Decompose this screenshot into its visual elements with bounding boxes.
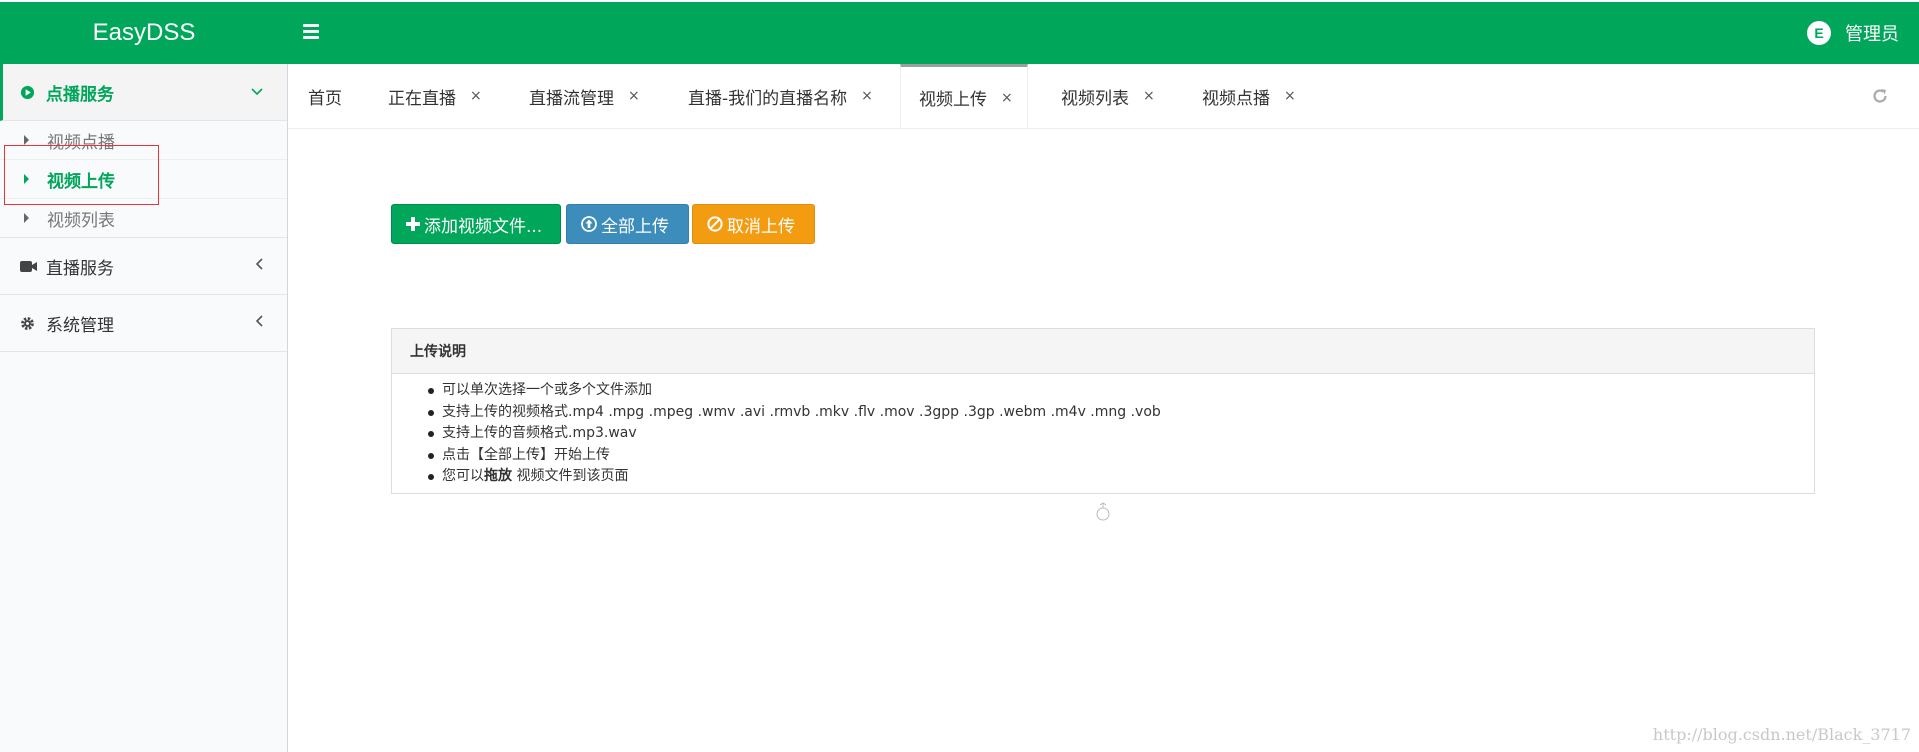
user-menu[interactable]: E 管理员 (1807, 2, 1899, 64)
hamburger-menu-icon[interactable] (303, 21, 323, 41)
drag-text-prefix: 您可以 (442, 468, 484, 484)
tab-stream-management[interactable]: 直播流管理 × (529, 64, 640, 128)
sidebar-group-label: 点播服务 (46, 84, 114, 105)
list-item: 支持上传的音频格式.mp3.wav (428, 423, 1814, 445)
upload-all-button[interactable]: 全部上传 (566, 204, 689, 244)
caret-right-icon (24, 135, 29, 145)
avatar: E (1807, 21, 1831, 45)
loading-spinner-icon (1096, 501, 1110, 521)
upload-circle-icon (581, 216, 597, 232)
list-item: 点击【全部上传】开始上传 (428, 445, 1814, 467)
tab-label: 视频上传 (919, 90, 987, 110)
close-icon[interactable]: × (861, 88, 873, 104)
cancel-upload-button[interactable]: 取消上传 (692, 204, 815, 244)
tab-label: 直播-我们的直播名称 (688, 88, 848, 109)
instructions-list: 可以单次选择一个或多个文件添加 支持上传的视频格式.mp4 .mpg .mpeg… (428, 380, 1814, 488)
tab-label: 视频列表 (1061, 88, 1129, 109)
tab-bar: 首页 正在直播 × 直播流管理 × 直播-我们的直播名称 × 视频上传 × 视频… (288, 64, 1919, 129)
panel-title: 上传说明 (392, 329, 1814, 374)
panel-body: 可以单次选择一个或多个文件添加 支持上传的视频格式.mp4 .mpg .mpeg… (392, 374, 1814, 488)
list-item: 支持上传的视频格式.mp4 .mpg .mpeg .wmv .avi .rmvb… (428, 402, 1814, 424)
plus-icon (406, 217, 420, 231)
upload-instructions-panel: 上传说明 可以单次选择一个或多个文件添加 支持上传的视频格式.mp4 .mpg … (391, 328, 1815, 494)
list-item: 可以单次选择一个或多个文件添加 (428, 380, 1814, 402)
tab-live-channel[interactable]: 直播-我们的直播名称 × (688, 64, 873, 128)
close-icon[interactable]: × (1001, 90, 1013, 106)
close-icon[interactable]: × (628, 88, 640, 104)
app-logo[interactable]: EasyDSS (0, 2, 288, 64)
close-icon[interactable]: × (1284, 88, 1296, 104)
sidebar-item-label: 视频列表 (47, 210, 115, 231)
refresh-icon[interactable] (1871, 86, 1889, 110)
close-icon[interactable]: × (1143, 88, 1155, 104)
chevron-left-icon (255, 258, 263, 274)
caret-right-icon (24, 213, 29, 223)
button-label: 取消上传 (727, 216, 795, 237)
tab-label: 视频点播 (1202, 88, 1270, 109)
play-circle-icon (20, 85, 40, 100)
sidebar-group-label: 直播服务 (46, 258, 114, 279)
button-label: 全部上传 (601, 216, 669, 237)
gear-icon (20, 316, 40, 331)
button-label: 添加视频文件... (424, 216, 543, 237)
tab-video-list[interactable]: 视频列表 × (1061, 64, 1155, 128)
tab-label: 首页 (308, 88, 342, 109)
chevron-down-icon (251, 84, 263, 100)
chevron-left-icon (255, 315, 263, 331)
video-camera-icon (20, 260, 40, 273)
ban-icon (707, 216, 723, 232)
tab-label: 正在直播 (388, 88, 456, 109)
tab-home[interactable]: 首页 (308, 64, 342, 128)
watermark: http://blog.csdn.net/Black_3717 (1652, 725, 1911, 744)
sidebar-group-system[interactable]: 系统管理 (0, 295, 287, 352)
drag-text-suffix: 视频文件到该页面 (512, 468, 629, 484)
close-icon[interactable]: × (470, 88, 482, 104)
add-video-button[interactable]: 添加视频文件... (391, 204, 561, 244)
top-navbar: EasyDSS E 管理员 (0, 2, 1919, 64)
drag-text-bold: 拖放 (484, 468, 512, 484)
tab-video-vod[interactable]: 视频点播 × (1202, 64, 1296, 128)
tab-video-upload[interactable]: 视频上传 × (900, 64, 1028, 128)
tab-live-now[interactable]: 正在直播 × (388, 64, 482, 128)
sidebar-group-label: 系统管理 (46, 315, 114, 336)
tab-label: 直播流管理 (529, 88, 614, 109)
list-item: 您可以拖放 视频文件到该页面 (428, 466, 1814, 488)
sidebar-group-live[interactable]: 直播服务 (0, 238, 287, 295)
sidebar-group-vod[interactable]: 点播服务 (0, 64, 287, 121)
user-name: 管理员 (1845, 24, 1899, 45)
annotation-highlight-box (4, 145, 159, 205)
